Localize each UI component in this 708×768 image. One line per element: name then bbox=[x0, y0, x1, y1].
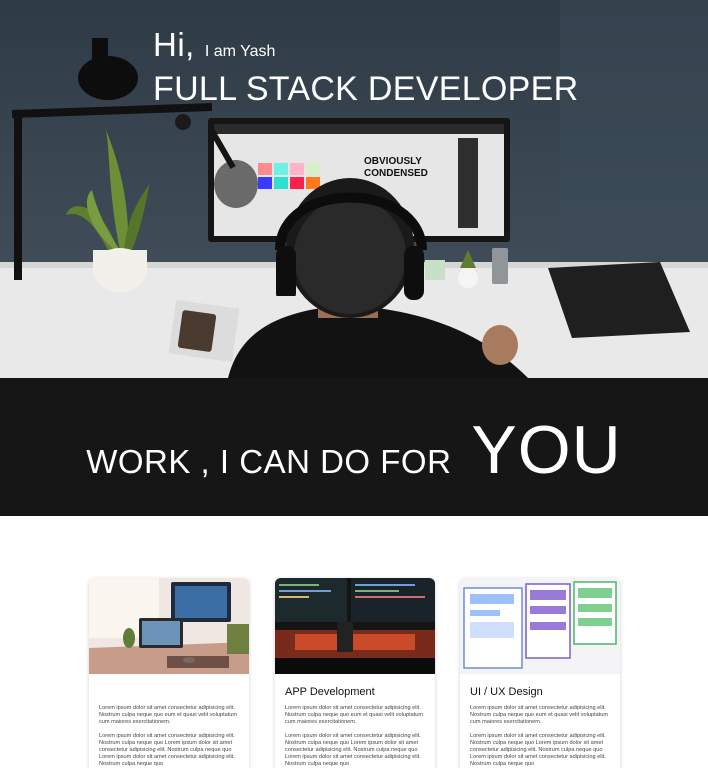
card-1-title bbox=[99, 686, 239, 699]
card-2-text-2: Lorem ipsum dolor sit amet consectetur a… bbox=[285, 733, 421, 767]
card-1-text-2: Lorem ipsum dolor sit amet consectetur a… bbox=[99, 733, 235, 767]
card-3-title: UI / UX Design bbox=[470, 686, 543, 698]
greeting-text: Hi, bbox=[153, 26, 195, 63]
banner-emphasis-text: YOU bbox=[471, 412, 622, 488]
card-1-text-1: Lorem ipsum dolor sit amet consectetur a… bbox=[99, 705, 238, 725]
hero-heading: Hi, I am Yash FULL STACK DEVELOPER bbox=[153, 26, 578, 109]
service-card-3[interactable]: UI / UX Design Lorem ipsum dolor sit ame… bbox=[460, 578, 620, 768]
monitor-text-1: OBVIOUSLY bbox=[364, 156, 422, 167]
greeting-line: Hi, I am Yash bbox=[153, 26, 578, 64]
card-1-image bbox=[89, 578, 249, 674]
monitor-text-2: CONDENSED bbox=[364, 168, 428, 179]
card-3-text-1: Lorem ipsum dolor sit amet consectetur a… bbox=[470, 705, 609, 725]
card-2-title: APP Development bbox=[285, 686, 375, 698]
hero-section: OBVIOUSLY CONDENSED Hi, I am Yash FULL S… bbox=[0, 0, 708, 378]
banner-lead-text: WORK , I CAN DO FOR bbox=[86, 443, 452, 480]
services-banner: WORK , I CAN DO FOR YOU bbox=[0, 378, 708, 516]
card-2-text-1: Lorem ipsum dolor sit amet consectetur a… bbox=[285, 705, 424, 725]
intro-text: I am Yash bbox=[204, 43, 276, 60]
card-3-text-2: Lorem ipsum dolor sit amet consectetur a… bbox=[470, 733, 606, 767]
service-card-2[interactable]: APP Development Lorem ipsum dolor sit am… bbox=[275, 578, 435, 768]
service-card-1[interactable]: Lorem ipsum dolor sit amet consectetur a… bbox=[89, 578, 249, 768]
card-2-image bbox=[275, 578, 435, 674]
card-3-image bbox=[460, 578, 620, 674]
role-title: FULL STACK DEVELOPER bbox=[153, 70, 579, 108]
